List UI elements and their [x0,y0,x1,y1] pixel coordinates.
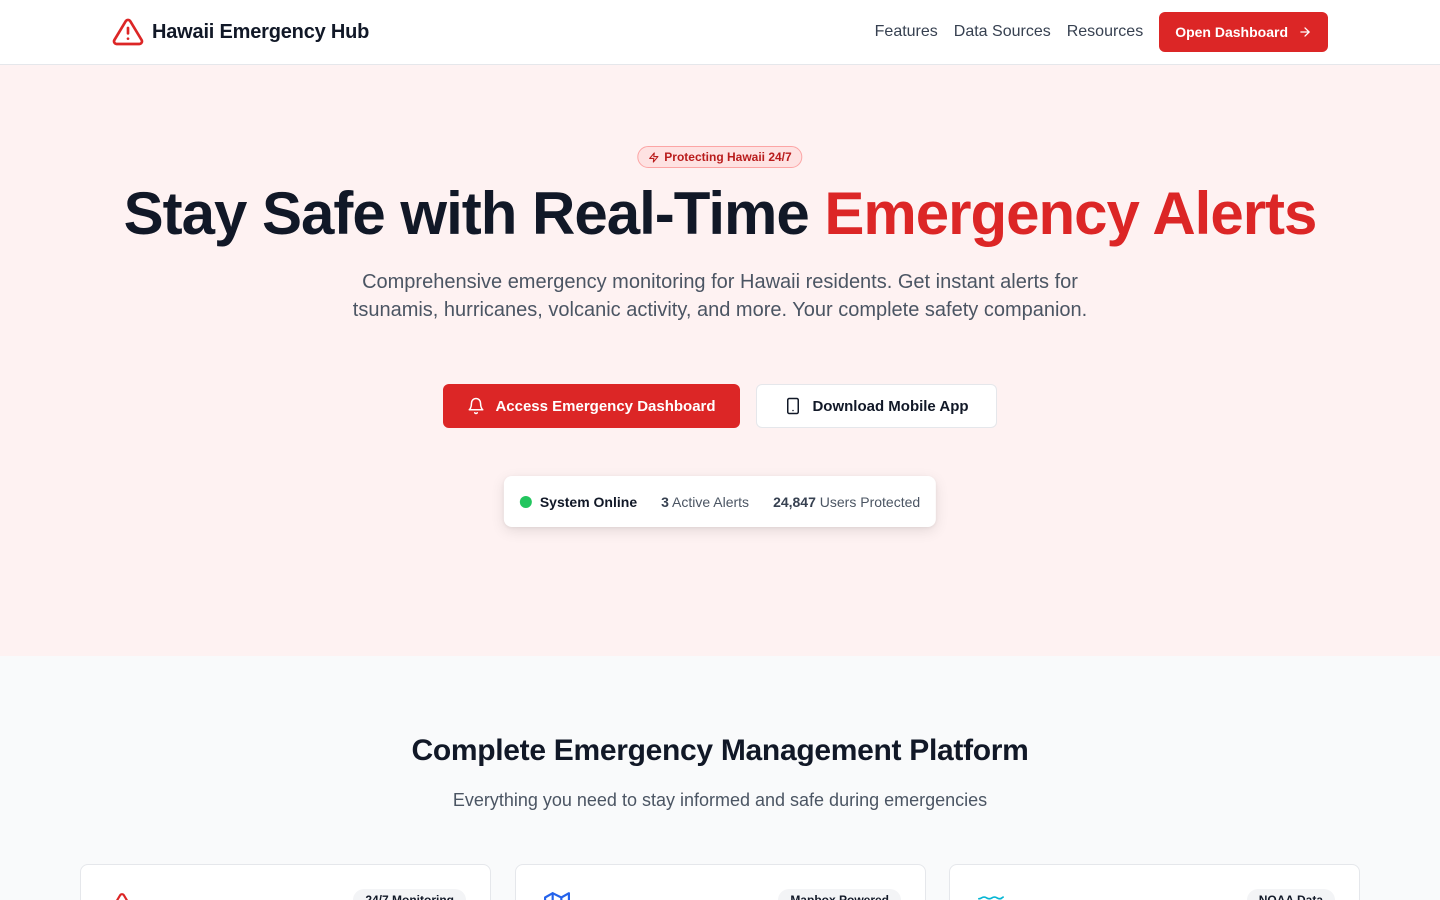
features-title: Complete Emergency Management Platform [411,734,1029,767]
hero-subtitle: Comprehensive emergency monitoring for H… [352,271,1088,321]
brand-logo[interactable]: Hawaii Emergency Hub [112,16,369,48]
hero-title-accent: Emergency Alerts [824,180,1317,247]
arrow-right-icon [1298,25,1312,39]
waves-icon [978,891,1004,900]
active-alerts-stat: 3 Active Alerts [661,494,749,510]
features-section: Complete Emergency Management Platform E… [0,656,1440,900]
lightning-icon [648,151,659,163]
nav-link-features[interactable]: Features [875,23,938,41]
open-dashboard-label: Open Dashboard [1175,24,1288,40]
system-status-card: System Online 3 Active Alerts 24,847 Use… [503,476,937,527]
hero-section: Protecting Hawaii 24/7 Stay Safe with Re… [0,65,1440,656]
open-dashboard-button[interactable]: Open Dashboard [1159,12,1328,52]
feature-tag: 24/7 Monitoring [353,889,466,900]
system-online-label: System Online [539,493,638,510]
download-app-label: Download Mobile App [812,397,969,415]
active-alerts-label: Active Alerts [672,493,750,510]
access-dashboard-label: Access Emergency Dashboard [495,397,716,415]
alert-triangle-icon [109,891,135,900]
smartphone-icon [784,397,802,415]
users-protected-stat: 24,847 Users Protected [773,494,920,510]
feature-tag: NOAA Data [1246,889,1335,900]
badge-label: Protecting Hawaii 24/7 [664,150,792,164]
download-app-button[interactable]: Download Mobile App [756,384,997,428]
feature-card-monitoring[interactable]: 24/7 Monitoring [80,864,491,900]
hero-title-main: Stay Safe with Real-Time [123,180,825,247]
map-icon [544,891,570,900]
feature-card-mapping[interactable]: Mapbox Powered [515,864,926,900]
features-subtitle: Everything you need to stay informed and… [452,790,988,810]
nav-link-resources[interactable]: Resources [1067,23,1143,41]
hero-title: Stay Safe with Real-Time Emergency Alert… [0,178,1440,250]
top-header: Hawaii Emergency Hub Features Data Sourc… [0,0,1440,65]
alert-triangle-icon [112,16,144,48]
hero-cta-row: Access Emergency Dashboard Download Mobi… [0,384,1440,428]
users-protected-count: 24,847 [773,493,816,510]
brand-name: Hawaii Emergency Hub [152,20,370,43]
protection-badge: Protecting Hawaii 24/7 [637,146,803,168]
main-nav: Features Data Sources Resources Open Das… [875,12,1328,52]
bell-icon [467,397,485,415]
online-indicator [519,495,532,508]
feature-card-noaa[interactable]: NOAA Data [949,864,1360,900]
feature-tag: Mapbox Powered [778,889,901,900]
active-alerts-count: 3 [661,493,669,510]
nav-link-data-sources[interactable]: Data Sources [954,23,1051,41]
users-protected-label: Users Protected [819,493,921,510]
access-dashboard-button[interactable]: Access Emergency Dashboard [443,384,740,428]
